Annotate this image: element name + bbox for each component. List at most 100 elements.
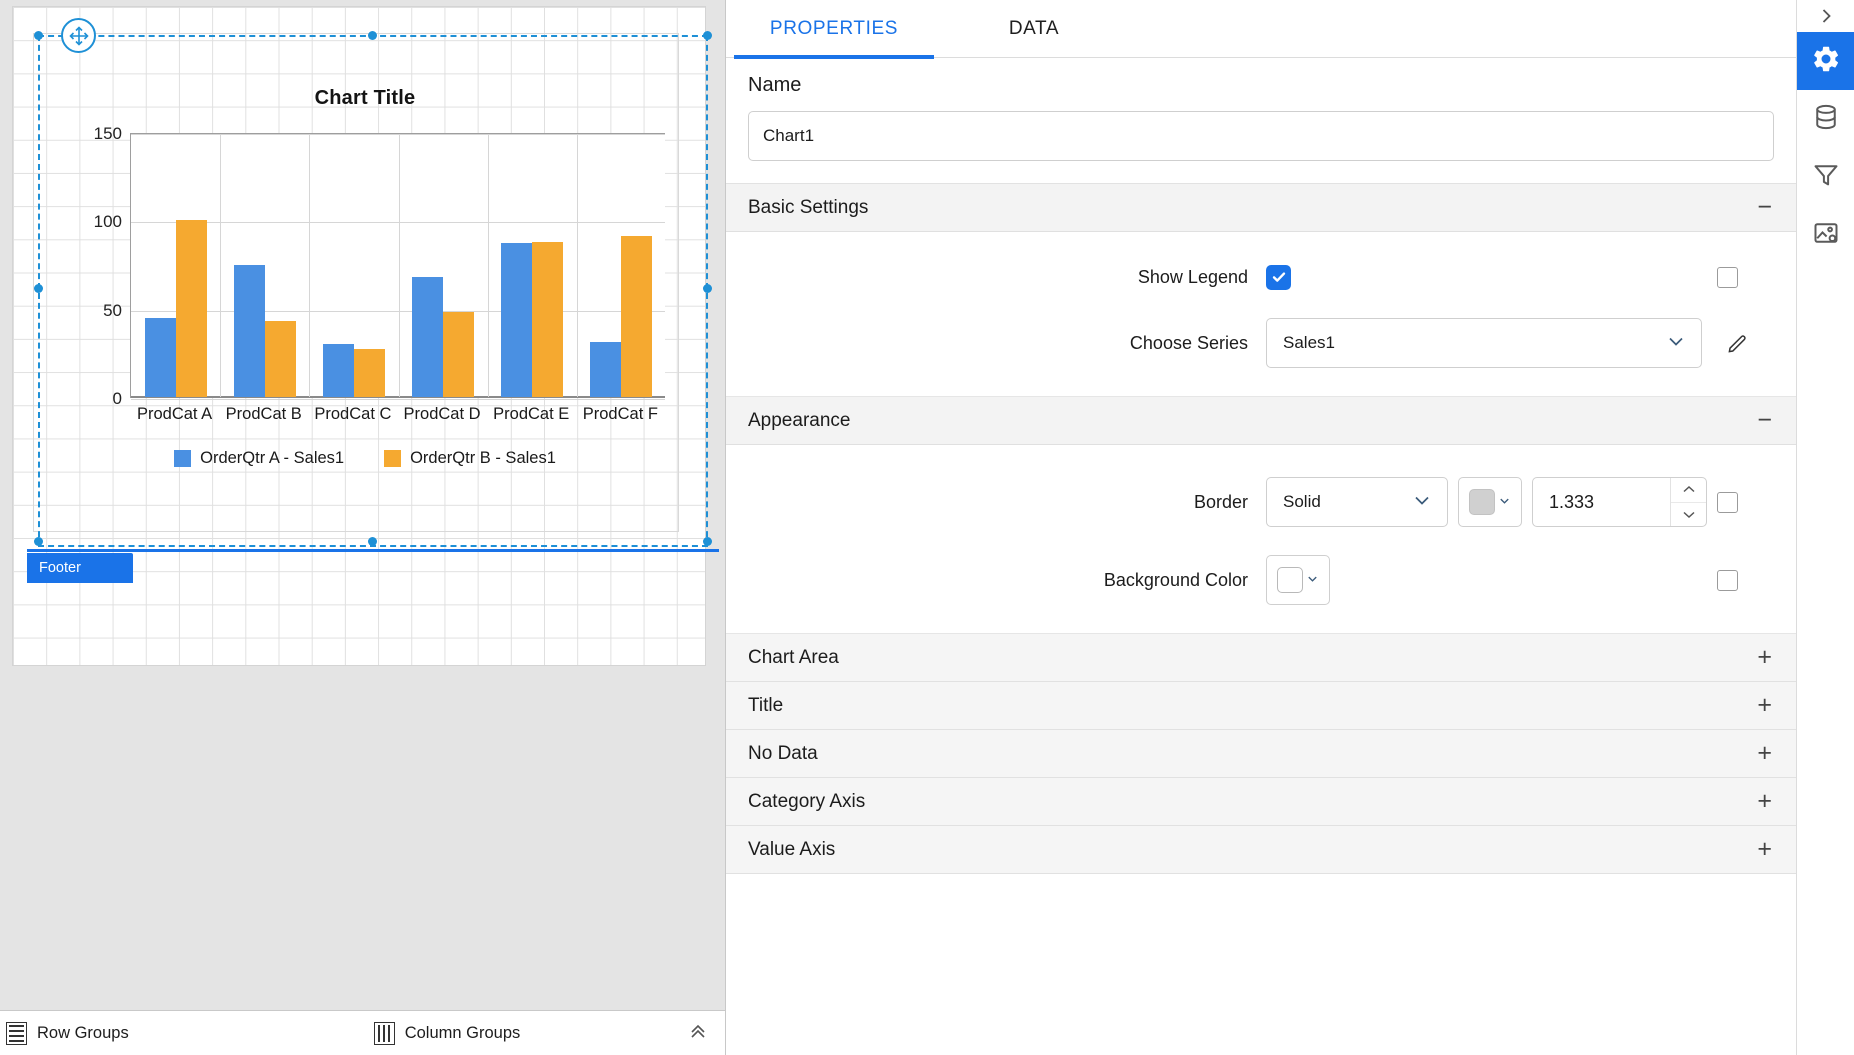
selection-handle-bottom-center[interactable] xyxy=(368,537,377,546)
section-header-category-axis[interactable]: Category Axis + xyxy=(726,778,1796,826)
design-canvas[interactable]: Chart Title 0 50 100 150 ProdCat A ProdCat B… xyxy=(0,0,726,1055)
background-color-label: Background Color xyxy=(1103,569,1248,590)
section-header-value-axis[interactable]: Value Axis + xyxy=(726,826,1796,874)
bar xyxy=(590,342,622,397)
section-header-appearance[interactable]: Appearance − xyxy=(726,397,1796,445)
section-expand-toggle[interactable]: + xyxy=(1757,645,1772,670)
section-toggle-basic-settings[interactable]: − xyxy=(1757,195,1772,220)
background-color-swatch xyxy=(1277,567,1303,593)
name-label: Name xyxy=(748,74,802,96)
bar-group xyxy=(131,134,220,397)
selection-handle-top-right[interactable] xyxy=(703,31,712,40)
section-header-title[interactable]: Title + xyxy=(726,682,1796,730)
section-toggle-appearance[interactable]: − xyxy=(1757,408,1772,433)
section-body-appearance: Border Solid 1.333 Background Color xyxy=(726,445,1796,634)
chart-preview[interactable]: Chart Title 0 50 100 150 ProdCat A ProdCat B… xyxy=(45,41,685,511)
border-width-spinner[interactable]: 1.333 xyxy=(1532,477,1707,527)
double-chevron-up-icon[interactable] xyxy=(688,1021,708,1045)
rail-button-settings[interactable] xyxy=(1796,32,1854,90)
section-title: No Data xyxy=(748,742,818,764)
background-color-expression-checkbox[interactable] xyxy=(1717,569,1738,591)
chevron-down-icon xyxy=(1498,494,1511,510)
selection-handle-bottom-left[interactable] xyxy=(34,537,43,546)
column-groups-entry[interactable]: Column Groups xyxy=(373,1021,520,1045)
row-groups-icon xyxy=(6,1021,27,1045)
panel-tabs: PROPERTIES DATA xyxy=(726,0,1796,59)
category-axis-label: ProdCat C xyxy=(314,405,392,423)
tab-properties[interactable]: PROPERTIES xyxy=(734,0,934,59)
row-groups-entry[interactable]: Row Groups xyxy=(6,1021,129,1045)
selection-handle-middle-right[interactable] xyxy=(703,284,712,293)
legend-label: OrderQtr B - Sales1 xyxy=(410,449,556,467)
section-expand-toggle[interactable]: + xyxy=(1757,789,1772,814)
section-expand-toggle[interactable]: + xyxy=(1757,837,1772,862)
legend-swatch xyxy=(174,450,192,467)
row-show-legend: Show Legend xyxy=(726,250,1796,304)
chart-legend: OrderQtr A - Sales1 OrderQtr B - Sales1 xyxy=(45,449,685,468)
name-block: Name xyxy=(726,58,1796,184)
category-axis-label: ProdCat A xyxy=(136,405,213,423)
bar xyxy=(175,220,207,397)
border-expression-checkbox[interactable] xyxy=(1717,491,1738,513)
category-axis-label: ProdCat B xyxy=(225,405,302,423)
section-expand-toggle[interactable]: + xyxy=(1757,693,1772,718)
designer-app: Chart Title 0 50 100 150 ProdCat A ProdCat B… xyxy=(0,0,1854,1055)
border-width-stepper[interactable] xyxy=(1670,478,1706,526)
footer-band-rule xyxy=(27,549,719,552)
choose-series-value: Sales1 xyxy=(1283,333,1335,352)
choose-series-select[interactable]: Sales1 xyxy=(1266,318,1702,368)
border-style-select[interactable]: Solid xyxy=(1266,477,1448,527)
gear-icon xyxy=(1811,44,1841,79)
legend-item: OrderQtr A - Sales1 xyxy=(174,449,344,468)
chevron-down-icon xyxy=(1306,572,1319,588)
row-border: Border Solid 1.333 xyxy=(726,463,1796,541)
name-input[interactable] xyxy=(748,111,1774,161)
row-choose-series: Choose Series Sales1 xyxy=(726,304,1796,382)
column-groups-icon xyxy=(373,1021,395,1045)
chart-plot-area: 0 50 100 150 xyxy=(94,124,665,408)
section-title: Chart Area xyxy=(748,646,839,668)
value-axis-tick-label: 50 xyxy=(103,300,122,320)
border-label: Border xyxy=(1193,491,1248,512)
row-background-color: Background Color xyxy=(726,541,1796,619)
chevron-up-icon[interactable] xyxy=(1671,478,1706,503)
show-legend-checkbox[interactable] xyxy=(1266,264,1291,290)
properties-panel: PROPERTIES DATA Name Basic Settings − Sh… xyxy=(726,0,1796,1055)
background-color-picker[interactable] xyxy=(1266,555,1330,605)
value-axis-tick-label: 100 xyxy=(93,212,122,232)
section-title: Category Axis xyxy=(748,790,866,812)
panel-content: Name Basic Settings − Show Legend xyxy=(726,58,1796,1055)
show-legend-expression-checkbox[interactable] xyxy=(1717,266,1738,288)
selection-handle-middle-left[interactable] xyxy=(34,284,43,293)
border-color-picker[interactable] xyxy=(1458,477,1522,527)
rail-button-filter[interactable] xyxy=(1797,148,1854,206)
border-width-value[interactable]: 1.333 xyxy=(1533,492,1670,513)
legend-item: OrderQtr B - Sales1 xyxy=(384,449,556,468)
rail-button-data-source[interactable] xyxy=(1797,90,1854,148)
bar-group xyxy=(488,134,577,397)
section-header-chart-area[interactable]: Chart Area + xyxy=(726,634,1796,682)
chevron-down-icon[interactable] xyxy=(1671,503,1706,527)
chevron-right-icon[interactable] xyxy=(1797,0,1854,32)
selection-handle-top-center[interactable] xyxy=(368,31,377,40)
rail-button-image[interactable] xyxy=(1797,206,1854,264)
pencil-icon[interactable] xyxy=(1726,331,1750,355)
footer-band-tag[interactable]: Footer xyxy=(27,553,133,583)
category-axis-label: ProdCat F xyxy=(582,405,658,423)
bar xyxy=(532,241,564,397)
move-cross-icon[interactable] xyxy=(61,18,96,53)
section-expand-toggle[interactable]: + xyxy=(1757,741,1772,766)
section-title: Title xyxy=(748,694,784,716)
tab-data[interactable]: DATA xyxy=(934,0,1134,58)
groups-bar: Row Groups Column Groups xyxy=(0,1010,725,1055)
selection-handle-bottom-right[interactable] xyxy=(703,537,712,546)
section-header-basic-settings[interactable]: Basic Settings − xyxy=(726,184,1796,232)
database-icon xyxy=(1812,103,1840,136)
value-axis-tick-label: 0 xyxy=(112,389,122,408)
section-title: Value Axis xyxy=(748,838,836,860)
report-design-surface[interactable]: Chart Title 0 50 100 150 ProdCat A ProdCat B… xyxy=(12,6,719,666)
gridline-horizontal xyxy=(131,399,665,400)
selection-handle-top-left[interactable] xyxy=(34,31,43,40)
section-header-no-data[interactable]: No Data + xyxy=(726,730,1796,778)
row-groups-label: Row Groups xyxy=(37,1023,129,1042)
